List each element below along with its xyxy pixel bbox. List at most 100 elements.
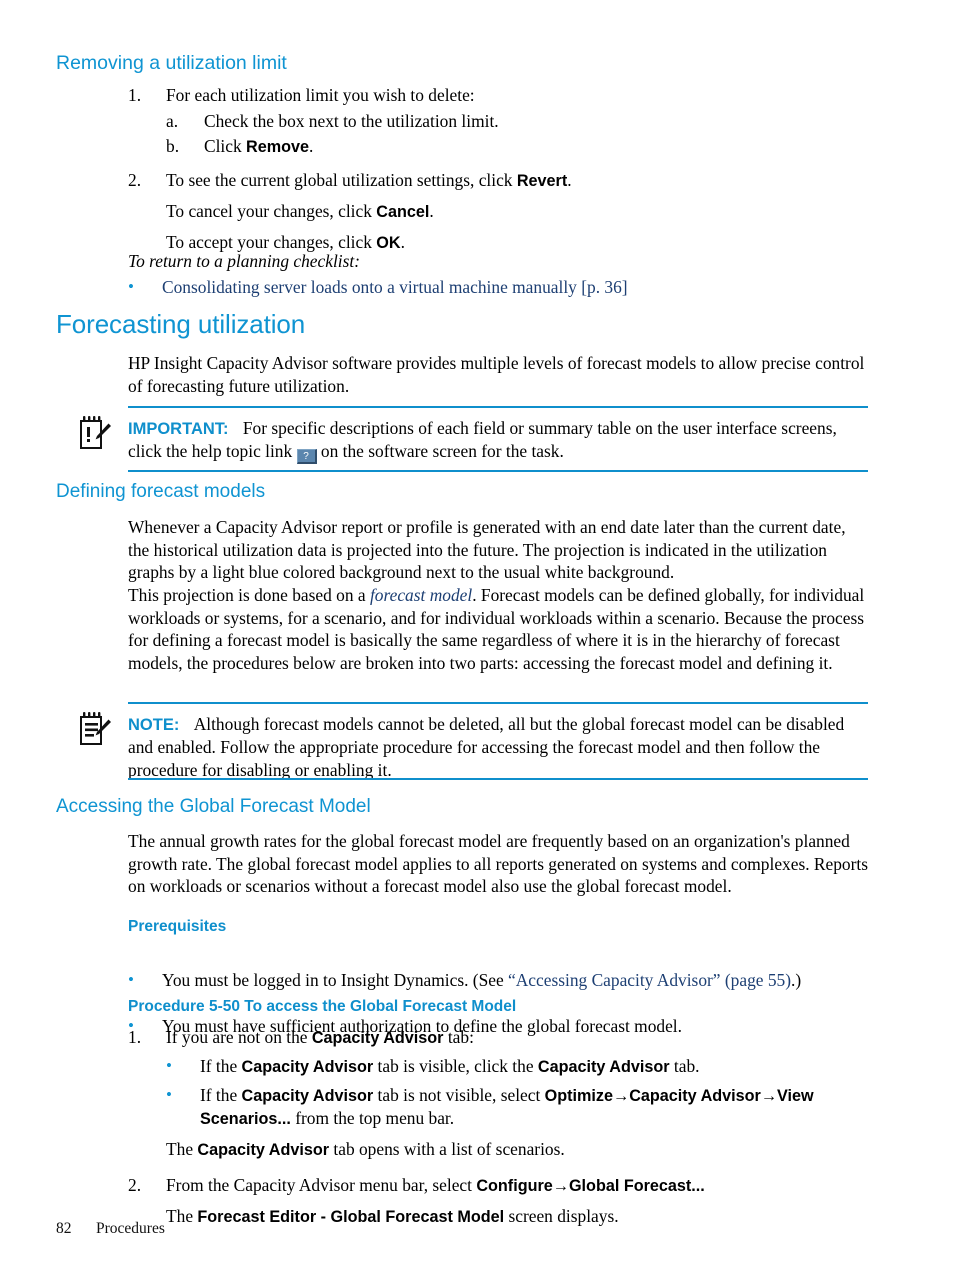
text-fragment: tab.: [669, 1056, 700, 1077]
cross-reference-link[interactable]: “Accessing Capacity Advisor” (page 55): [508, 970, 791, 990]
text-fragment: tab is visible, click the: [373, 1056, 538, 1077]
text-fragment: Click: [204, 136, 247, 157]
document-page: Removing a utilization limit 1. For each…: [0, 0, 954, 1271]
list-item-text: If you are not on the Capacity Advisor t…: [166, 1026, 888, 1049]
list-marker: 1.: [128, 1027, 142, 1047]
note-pencil-important-icon: [78, 414, 112, 457]
ui-label-remove: Remove: [246, 138, 310, 157]
important-admonition: IMPORTANT: For specific descriptions of …: [80, 406, 868, 472]
divider-bottom: [128, 470, 868, 472]
text-fragment: If the: [200, 1056, 242, 1077]
prerequisite-text: You must be logged in to Insight Dynamic…: [162, 969, 888, 992]
note-text: Although forecast models cannot be delet…: [128, 714, 845, 781]
divider-top: [128, 702, 868, 704]
list-marker: 1.: [128, 85, 142, 105]
text-fragment: The: [166, 1206, 198, 1227]
defining-paragraph-1: Whenever a Capacity Advisor report or pr…: [128, 517, 846, 583]
list-item: • You must be logged in to Insight Dynam…: [128, 969, 888, 992]
section-accessing-global-forecast-model: Accessing the Global Forecast Model: [56, 796, 896, 818]
sub-list-item: b. Click Remove.: [166, 135, 888, 158]
heading-removing-a-utilization-limit: Removing a utilization limit: [56, 52, 287, 74]
sub-list-item: a. Check the box next to the utilization…: [166, 110, 888, 133]
text-fragment: .): [791, 969, 802, 990]
note-body: NOTE: Although forecast models cannot be…: [128, 702, 868, 782]
help-topic-link-icon[interactable]: ?: [296, 449, 317, 465]
text-fragment: from the top menu bar.: [290, 1108, 455, 1129]
note-admonition: NOTE: Although forecast models cannot be…: [80, 702, 868, 782]
divider-bottom: [128, 778, 868, 780]
list-item: 2. To see the current global utilization…: [128, 169, 888, 192]
text-fragment: From the Capacity Advisor menu bar, sele…: [166, 1175, 477, 1196]
list-item-followup: The Capacity Advisor tab opens with a li…: [166, 1138, 888, 1161]
text-fragment: .: [567, 170, 572, 191]
divider-top: [128, 406, 868, 408]
defining-paragraph-2: This projection is done based on a forec…: [128, 584, 870, 675]
list-marker: 2.: [128, 170, 142, 191]
menu-path-configure-global-forecast: Configure→Global Forecast...: [476, 1177, 705, 1196]
cross-reference-link[interactable]: Consolidating server loads onto a virtua…: [162, 276, 888, 299]
footer-page-number: 82: [56, 1220, 72, 1237]
note-pencil-icon: [78, 710, 112, 753]
list-item-followup: The Forecast Editor - Global Forecast Mo…: [166, 1205, 888, 1228]
text-fragment: If the: [200, 1085, 242, 1106]
important-body: IMPORTANT: For specific descriptions of …: [128, 406, 868, 465]
sub-list-item-text: Check the box next to the utilization li…: [204, 110, 499, 131]
removing-steps-list: 1. For each utilization limit you wish t…: [128, 84, 888, 255]
list-item-text: For each utilization limit you wish to d…: [166, 85, 475, 105]
important-text-after-chip: on the software screen for the task.: [320, 441, 564, 462]
list-item-text: If the Capacity Advisor tab is not visib…: [200, 1084, 888, 1130]
list-item-text: To see the current global utilization se…: [166, 169, 888, 192]
accessing-paragraph-1: The annual growth rates for the global f…: [128, 831, 869, 897]
heading-defining-forecast-models: Defining forecast models: [56, 481, 266, 502]
glossary-link-forecast-model[interactable]: forecast model: [370, 585, 472, 605]
section-removing-a-utilization-limit: Removing a utilization limit: [56, 52, 896, 74]
ui-label-revert: Revert: [516, 172, 568, 191]
list-item: 1. If you are not on the Capacity Adviso…: [128, 1026, 888, 1049]
sub-list-item-text: Click Remove.: [204, 135, 888, 158]
list-marker: 2.: [128, 1175, 142, 1196]
screen-name-forecast-editor: Forecast Editor - Global Forecast Model: [197, 1208, 505, 1227]
list-item: 1. For each utilization limit you wish t…: [128, 84, 888, 107]
text-fragment: screen displays.: [504, 1206, 619, 1227]
list-item: • If the Capacity Advisor tab is not vis…: [166, 1084, 888, 1130]
section-defining-forecast-models: Defining forecast models: [56, 481, 896, 503]
sub-list-marker: b.: [166, 136, 180, 157]
ui-label-capacity-advisor: Capacity Advisor: [241, 1058, 374, 1077]
page-footer: 82 Procedures: [56, 1220, 165, 1238]
footer-chapter-name: Procedures: [96, 1220, 165, 1237]
text-fragment: .: [309, 136, 314, 157]
text-fragment: To cancel your changes, click: [166, 201, 377, 222]
text-fragment: tab is not visible, select: [373, 1085, 545, 1106]
bullet-icon: •: [166, 1056, 172, 1076]
list-item-text: If the Capacity Advisor tab is visible, …: [200, 1055, 888, 1078]
text-fragment: The: [166, 1139, 198, 1160]
important-label: IMPORTANT:: [128, 420, 229, 438]
heading-prerequisites: Prerequisites: [128, 918, 227, 935]
ui-label-capacity-advisor: Capacity Advisor: [311, 1029, 444, 1047]
text-fragment: This projection is done based on a: [128, 585, 370, 605]
list-item: • Consolidating server loads onto a virt…: [128, 276, 888, 299]
heading-procedure-5-50: Procedure 5-50 To access the Global Fore…: [128, 998, 517, 1015]
list-item: 2. From the Capacity Advisor menu bar, s…: [128, 1174, 888, 1197]
ui-label-capacity-advisor: Capacity Advisor: [197, 1141, 330, 1160]
forecasting-intro-paragraph: HP Insight Capacity Advisor software pro…: [128, 353, 865, 396]
text-fragment: You must be logged in to Insight Dynamic…: [162, 969, 509, 990]
return-to-checklist-note: To return to a planning checklist:: [128, 251, 361, 271]
note-label: NOTE:: [128, 716, 180, 734]
heading-forecasting-utilization: Forecasting utilization: [56, 309, 306, 339]
list-item-text: From the Capacity Advisor menu bar, sele…: [166, 1174, 888, 1197]
list-item-followup: To cancel your changes, click Cancel.: [166, 200, 888, 223]
ui-label-cancel: Cancel: [376, 203, 430, 222]
text-fragment: .: [429, 201, 434, 222]
sub-list-marker: a.: [166, 110, 179, 131]
bullet-icon: •: [128, 277, 134, 296]
section-forecasting-utilization: Forecasting utilization: [56, 309, 896, 339]
bullet-icon: •: [166, 1085, 172, 1105]
ui-label-capacity-advisor: Capacity Advisor: [241, 1087, 374, 1106]
procedure-steps-list: 1. If you are not on the Capacity Adviso…: [128, 1026, 888, 1228]
text-fragment: tab:: [443, 1027, 474, 1047]
text-fragment: To see the current global utilization se…: [166, 170, 517, 191]
bullet-icon: •: [128, 969, 134, 989]
list-item: • If the Capacity Advisor tab is visible…: [166, 1055, 888, 1078]
text-fragment: tab opens with a list of scenarios.: [329, 1139, 565, 1160]
